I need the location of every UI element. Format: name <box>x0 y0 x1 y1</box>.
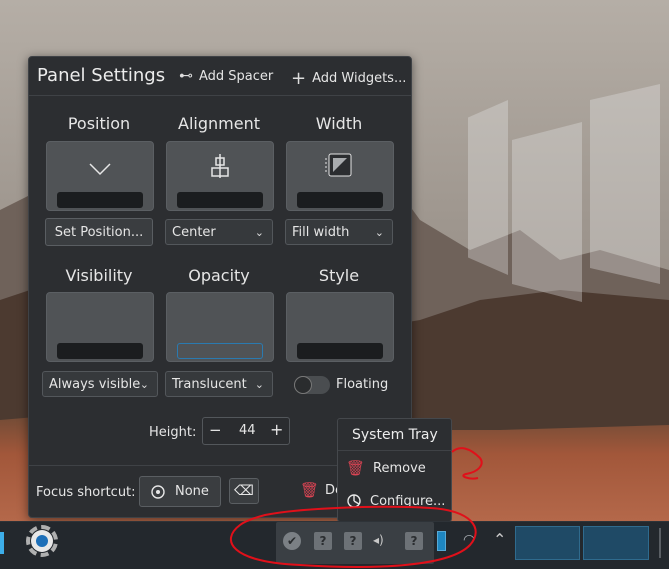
chevron-down-icon: ⌄ <box>254 378 264 391</box>
visibility-preview-bar <box>57 343 143 359</box>
add-spacer-button[interactable]: ⊷ Add Spacer <box>179 68 273 84</box>
alignment-select[interactable]: Center ⌄ <box>165 219 273 245</box>
expand-up-icon[interactable]: ⌃ <box>493 530 506 549</box>
floating-toggle[interactable] <box>294 376 330 394</box>
height-value[interactable]: 44 <box>239 423 256 438</box>
taskbar-left-edge <box>0 532 4 554</box>
set-position-button[interactable]: Set Position... <box>45 218 153 246</box>
add-spacer-label: Add Spacer <box>199 68 274 84</box>
opacity-preview-bar <box>177 343 263 359</box>
floating-label: Floating <box>336 377 389 392</box>
focus-shortcut-label: Focus shortcut: <box>36 485 136 500</box>
add-widgets-label: Add Widgets... <box>312 71 407 86</box>
alignment-preview[interactable] <box>166 141 274 211</box>
width-preview[interactable] <box>286 141 394 211</box>
task-button-1[interactable] <box>515 526 580 560</box>
style-preview-bar <box>297 343 383 359</box>
settings-gear-icon[interactable] <box>26 525 58 557</box>
chevron-down-icon <box>89 163 111 176</box>
position-preview-bar <box>57 192 143 208</box>
height-increase-button[interactable]: + <box>270 420 283 439</box>
chevron-down-icon: ⌄ <box>139 378 149 391</box>
configure-menu-item[interactable]: Configure... <box>346 493 445 509</box>
opacity-select[interactable]: Translucent ⌄ <box>165 371 273 397</box>
position-label: Position <box>67 114 131 133</box>
trash-icon: 🗑 <box>300 481 320 499</box>
height-decrease-button[interactable]: − <box>209 421 222 439</box>
spacer-icon: ⊷ <box>179 68 193 84</box>
visibility-select[interactable]: Always visible ⌄ <box>42 371 158 397</box>
opacity-value: Translucent <box>172 377 247 392</box>
alignment-preview-bar <box>177 192 263 208</box>
check-icon[interactable]: ✔ <box>283 532 301 550</box>
style-label: Style <box>318 266 360 285</box>
battery-icon[interactable] <box>437 531 446 551</box>
dialog-title: Panel Settings <box>37 65 166 86</box>
wallpaper-logo-left <box>512 122 582 302</box>
alignment-value: Center <box>172 225 216 240</box>
task-button-2[interactable] <box>583 526 649 560</box>
trash-icon: 🗑 <box>346 459 366 477</box>
visibility-preview[interactable] <box>46 292 154 362</box>
opacity-preview[interactable] <box>166 292 274 362</box>
clear-shortcut-button[interactable]: ⌫ <box>229 478 259 504</box>
unknown-icon[interactable]: ? <box>344 532 362 550</box>
visibility-value: Always visible <box>49 377 141 392</box>
taskbar-right-edge <box>659 528 661 558</box>
visibility-label: Visibility <box>65 266 133 285</box>
height-label: Height: <box>149 425 197 440</box>
fill-width-icon <box>325 153 352 177</box>
style-preview[interactable] <box>286 292 394 362</box>
plus-icon: + <box>291 68 307 89</box>
opacity-label: Opacity <box>188 266 250 285</box>
add-widgets-button[interactable]: + Add Widgets... <box>291 68 406 89</box>
remove-label: Remove <box>373 460 426 476</box>
width-label: Width <box>315 114 363 133</box>
chevron-down-icon: ⌄ <box>254 226 264 239</box>
width-value: Fill width <box>292 225 350 240</box>
alignment-label: Alignment <box>178 114 260 133</box>
configure-icon <box>151 484 165 499</box>
height-spinbox[interactable]: − 44 + <box>202 417 290 445</box>
align-center-icon <box>211 154 229 178</box>
set-position-label: Set Position... <box>54 224 144 240</box>
volume-icon[interactable]: ◂) <box>373 533 384 547</box>
width-select[interactable]: Fill width ⌄ <box>285 219 393 245</box>
remove-menu-item[interactable]: 🗑 Remove <box>346 459 426 477</box>
unknown-icon[interactable]: ? <box>314 532 332 550</box>
position-preview[interactable] <box>46 141 154 211</box>
dialog-header: Panel Settings ⊷ Add Spacer + Add Widget… <box>29 57 411 96</box>
configure-label: Configure... <box>370 493 446 509</box>
chevron-down-icon: ⌄ <box>374 226 384 239</box>
wallpaper-logo-top <box>468 100 508 275</box>
wifi-icon[interactable]: ◠ <box>463 532 475 548</box>
context-menu-title: System Tray <box>352 427 438 443</box>
system-tray-context-menu: System Tray 🗑 Remove Configure... <box>337 418 452 522</box>
wallpaper-logo-right <box>590 84 660 284</box>
focus-shortcut-button[interactable]: None <box>139 476 221 507</box>
clear-icon: ⌫ <box>234 483 254 499</box>
focus-shortcut-value: None <box>175 484 209 499</box>
floating-toggle-knob <box>294 376 312 394</box>
configure-icon <box>347 494 361 508</box>
width-preview-bar <box>297 192 383 208</box>
unknown-icon[interactable]: ? <box>405 532 423 550</box>
context-menu-separator <box>338 450 451 451</box>
